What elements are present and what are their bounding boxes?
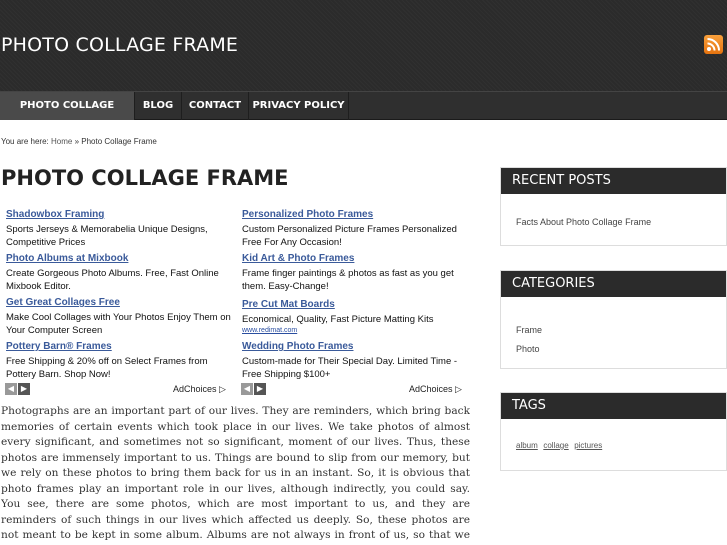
ad-text: Free Shipping & 20% off on Select Frames… xyxy=(6,356,208,380)
ad-title[interactable]: Pottery Barn® Frames xyxy=(6,341,231,352)
ad-item[interactable]: Shadowbox Framing Sports Jerseys & Memor… xyxy=(6,209,231,249)
ad-title[interactable]: Personalized Photo Frames xyxy=(242,209,467,220)
breadcrumb: You are here: Home » Photo Collage Frame xyxy=(1,137,157,146)
recent-post-link[interactable]: Facts About Photo Collage Frame xyxy=(516,217,711,227)
categories-widget: CATEGORIES Frame Photo xyxy=(500,270,727,369)
widget-title: RECENT POSTS xyxy=(501,168,726,194)
ad-block: Shadowbox Framing Sports Jerseys & Memor… xyxy=(0,207,470,397)
ad-item[interactable]: Photo Albums at Mixbook Create Gorgeous … xyxy=(6,253,231,293)
site-title[interactable]: PHOTO COLLAGE FRAME xyxy=(1,34,238,56)
breadcrumb-separator: » xyxy=(74,137,80,146)
nav-item-home[interactable]: PHOTO COLLAGE FRAME xyxy=(0,92,135,138)
ad-item[interactable]: Kid Art & Photo Frames Frame finger pain… xyxy=(242,253,467,293)
ad-title[interactable]: Wedding Photo Frames xyxy=(242,341,467,352)
ad-text: Custom Personalized Picture Frames Perso… xyxy=(242,224,457,248)
rss-icon[interactable] xyxy=(704,35,723,54)
chevron-right-icon[interactable]: ▶ xyxy=(18,383,30,395)
chevron-left-icon[interactable]: ◀ xyxy=(5,383,17,395)
article-body: Photographs are an important part of our… xyxy=(1,405,470,545)
ad-text: Make Cool Collages with Your Photos Enjo… xyxy=(6,312,231,336)
ad-text: Create Gorgeous Photo Albums. Free, Fast… xyxy=(6,268,219,292)
recent-posts-widget: RECENT POSTS Facts About Photo Collage F… xyxy=(500,167,727,246)
tag-link[interactable]: pictures xyxy=(574,441,602,450)
ad-item[interactable]: Wedding Photo Frames Custom-made for The… xyxy=(242,341,467,381)
ad-controls-right: ◀ ▶ AdChoices ▷ xyxy=(241,383,466,397)
nav-item-blog[interactable]: BLOG xyxy=(135,92,182,120)
tags-widget: TAGS album collage pictures xyxy=(500,392,727,471)
ad-text: Frame finger paintings & photos as fast … xyxy=(242,268,454,292)
ad-title[interactable]: Photo Albums at Mixbook xyxy=(6,253,231,264)
ad-item[interactable]: Personalized Photo Frames Custom Persona… xyxy=(242,209,467,249)
ad-url[interactable]: www.redimat.com xyxy=(242,327,467,334)
ad-title[interactable]: Get Great Collages Free xyxy=(6,297,231,308)
main-nav: PHOTO COLLAGE FRAME BLOG CONTACT PRIVACY… xyxy=(0,91,727,138)
widget-title: TAGS xyxy=(501,393,726,419)
adchoices-link[interactable]: AdChoices ▷ xyxy=(409,384,462,395)
ad-title[interactable]: Shadowbox Framing xyxy=(6,209,231,220)
ad-title[interactable]: Pre Cut Mat Boards xyxy=(242,299,467,310)
breadcrumb-home-link[interactable]: Home xyxy=(51,137,72,146)
adchoices-link[interactable]: AdChoices ▷ xyxy=(173,384,226,395)
page-title: PHOTO COLLAGE FRAME xyxy=(1,166,289,190)
category-link-photo[interactable]: Photo xyxy=(516,340,711,359)
ad-item[interactable]: Get Great Collages Free Make Cool Collag… xyxy=(6,297,231,337)
breadcrumb-prefix: You are here: xyxy=(1,137,49,146)
ad-item[interactable]: Pottery Barn® Frames Free Shipping & 20%… xyxy=(6,341,231,381)
ad-controls-left: ◀ ▶ AdChoices ▷ xyxy=(5,383,226,397)
breadcrumb-current: Photo Collage Frame xyxy=(81,137,157,146)
chevron-right-icon[interactable]: ▶ xyxy=(254,383,266,395)
category-link-frame[interactable]: Frame xyxy=(516,321,711,340)
tag-link[interactable]: collage xyxy=(543,441,568,450)
widget-title: CATEGORIES xyxy=(501,271,726,297)
chevron-left-icon[interactable]: ◀ xyxy=(241,383,253,395)
nav-item-contact[interactable]: CONTACT xyxy=(182,92,249,120)
ad-text: Sports Jerseys & Memorabelia Unique Desi… xyxy=(6,224,208,248)
ad-text: Economical, Quality, Fast Picture Mattin… xyxy=(242,314,434,325)
ad-title[interactable]: Kid Art & Photo Frames xyxy=(242,253,467,264)
site-header: PHOTO COLLAGE FRAME xyxy=(0,0,727,91)
nav-item-privacy-policy[interactable]: PRIVACY POLICY xyxy=(249,92,349,120)
ad-item[interactable]: Pre Cut Mat Boards Economical, Quality, … xyxy=(242,299,467,334)
tag-link[interactable]: album xyxy=(516,441,538,450)
ad-text: Custom-made for Their Special Day. Limit… xyxy=(242,356,458,380)
